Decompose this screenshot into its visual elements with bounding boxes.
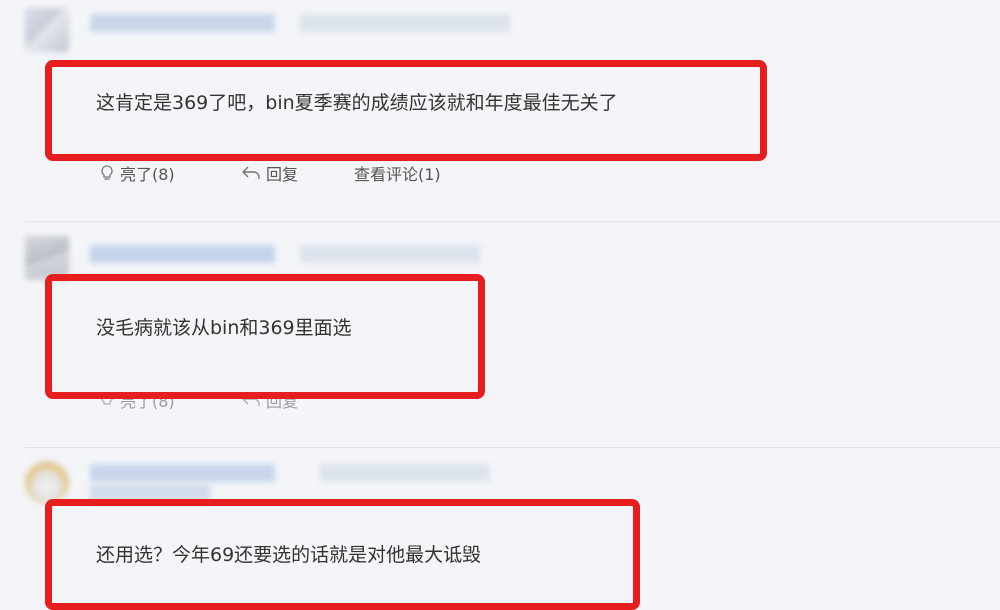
comment-text: 这肯定是369了吧，bin夏季赛的成绩应该就和年度最佳无关了 — [96, 92, 618, 114]
comment-text: 还用选？今年69还要选的话就是对他最大诋毁 — [96, 544, 482, 566]
reply-button[interactable]: 回复 — [240, 161, 298, 185]
divider — [25, 221, 1000, 222]
username-blurred[interactable] — [90, 464, 275, 482]
meta-blurred — [320, 464, 490, 482]
view-replies-label: 查看评论(1) — [354, 165, 441, 184]
divider — [25, 447, 1000, 448]
avatar[interactable] — [25, 8, 69, 52]
username-blurred[interactable] — [90, 245, 275, 263]
username-blurred[interactable] — [90, 14, 275, 32]
reply-arrow-icon — [242, 166, 260, 179]
meta-blurred — [300, 14, 510, 32]
highlight-box — [45, 274, 485, 399]
like-count-label: 亮了(8) — [120, 165, 175, 184]
avatar[interactable] — [25, 460, 69, 504]
meta-blurred — [300, 245, 480, 263]
like-button[interactable]: 亮了(8) — [98, 161, 175, 185]
view-replies-button[interactable]: 查看评论(1) — [354, 161, 441, 185]
reply-label: 回复 — [266, 165, 299, 184]
lightbulb-icon — [101, 165, 113, 180]
